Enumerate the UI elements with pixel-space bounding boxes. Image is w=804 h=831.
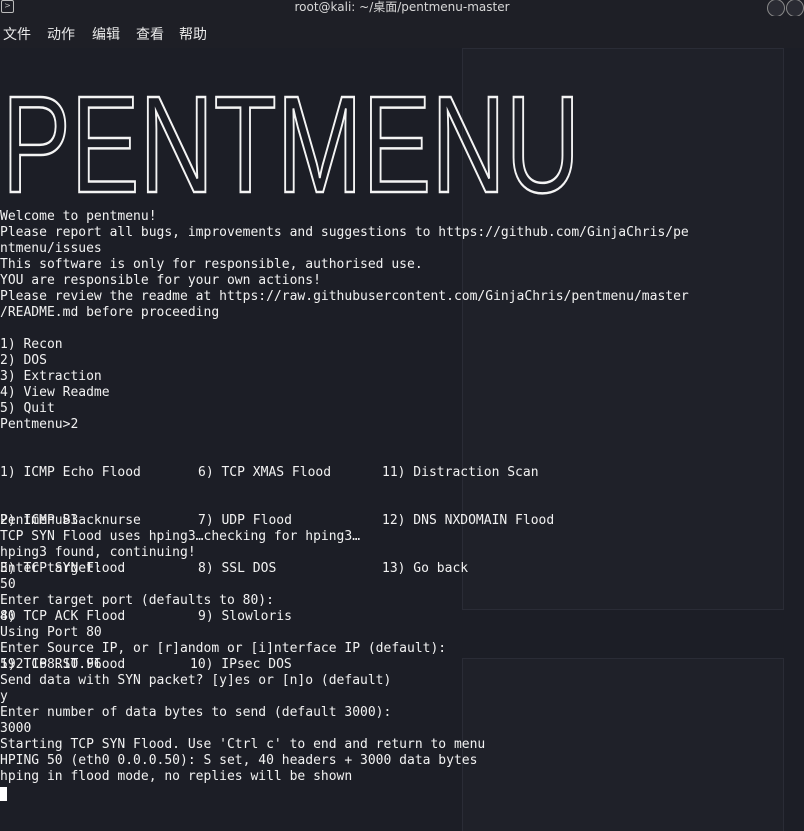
prompt-line: Pentmenu>2 (0, 417, 79, 432)
menu-option: 2) DOS (0, 353, 47, 368)
menu-edit[interactable]: 编辑 (92, 24, 120, 44)
menu-action[interactable]: 动作 (47, 24, 75, 44)
menu-view[interactable]: 查看 (136, 24, 164, 44)
terminal-area[interactable]: PENTMENU Welcome to pentmenu! Please rep… (0, 48, 804, 831)
dos-menu-column-2: 6) TCP XMAS Flood 7) UDP Flood 8) SSL DO… (190, 433, 332, 705)
user-input: 50 (0, 577, 16, 592)
dos-option: 8) SSL DOS (198, 561, 277, 576)
dos-option: 10) IPsec DOS (190, 657, 292, 672)
terminal-line: Send data with SYN packet? [y]es or [n]o… (0, 673, 392, 688)
menu-help[interactable]: 帮助 (179, 24, 207, 44)
pentmenu-banner: PENTMENU (1, 70, 582, 200)
menu-option: 3) Extraction (0, 369, 102, 384)
prompt-line: Pentmenu>3 (0, 513, 79, 528)
terminal-line: /README.md before proceeding (0, 305, 220, 320)
terminal-line: Enter number of data bytes to send (defa… (0, 705, 392, 720)
terminal-line: ntmenu/issues (0, 241, 102, 256)
user-input: y (0, 689, 8, 704)
terminal-line: TCP SYN Flood uses hping3…checking for h… (0, 529, 361, 544)
window-title: root@kali: ~/桌面/pentmenu-master (294, 0, 510, 14)
dos-option: 11) Distraction Scan (382, 465, 539, 480)
terminal-line: Using Port 80 (0, 625, 102, 640)
terminal-line: Welcome to pentmenu! (0, 209, 157, 224)
terminal-line: hping3 found, continuing! (0, 545, 196, 560)
user-input: 80 (0, 609, 16, 624)
terminal-line: Enter target: (0, 561, 102, 576)
banner-text: PENTMENU (2, 70, 580, 200)
terminal-line: Starting TCP SYN Flood. Use 'Ctrl c' to … (0, 737, 486, 752)
menu-option: 4) View Readme (0, 385, 110, 400)
menu-option: 5) Quit (0, 401, 55, 416)
dos-option: 13) Go back (382, 561, 469, 576)
window-titlebar: > root@kali: ~/桌面/pentmenu-master (0, 0, 804, 17)
dos-option: 4) TCP ACK Flood (0, 609, 126, 624)
dos-option: 12) DNS NXDOMAIN Flood (382, 513, 555, 528)
dos-option: 6) TCP XMAS Flood (198, 465, 332, 480)
dos-option: 9) Slowloris (198, 609, 292, 624)
background-window (462, 658, 784, 831)
dos-menu-column-3: 11) Distraction Scan 12) DNS NXDOMAIN Fl… (382, 433, 554, 609)
terminal-line: Enter Source IP, or [r]andom or [i]nterf… (0, 641, 447, 656)
minimize-button[interactable] (767, 0, 785, 17)
terminal-line: YOU are responsible for your own actions… (0, 273, 321, 288)
terminal-line: hping in flood mode, no replies will be … (0, 769, 353, 784)
terminal-cursor (0, 787, 7, 801)
user-input: 3000 (0, 721, 32, 736)
dos-option: 1) ICMP Echo Flood (0, 465, 141, 480)
user-input: 192.168.10.96 (0, 657, 102, 672)
dos-option: 7) UDP Flood (198, 513, 292, 528)
terminal-line: This software is only for responsible, a… (0, 257, 423, 272)
menu-file[interactable]: 文件 (3, 24, 31, 44)
menu-option: 1) Recon (0, 337, 63, 352)
terminal-line: Please report all bugs, improvements and… (0, 225, 689, 240)
maximize-button[interactable] (786, 0, 804, 17)
terminal-line: Enter target port (defaults to 80): (0, 593, 274, 608)
terminal-line: Please review the readme at https://raw.… (0, 289, 689, 304)
menubar: 文件 动作 编辑 查看 帮助 (0, 16, 804, 48)
terminal-line: HPING 50 (eth0 0.0.0.50): S set, 40 head… (0, 753, 478, 768)
